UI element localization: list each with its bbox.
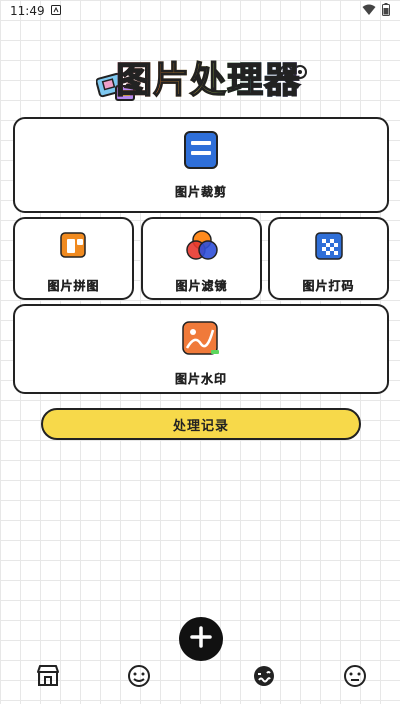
notification-icon: [50, 4, 61, 18]
filter-card[interactable]: 图片滤镜: [141, 217, 262, 300]
wifi-icon: [362, 4, 376, 19]
processing-records-label: 处理记录: [172, 418, 229, 434]
wavy-face-icon[interactable]: [250, 662, 278, 690]
status-left: 11:49: [10, 4, 61, 18]
mosaic-icon: [314, 231, 344, 265]
plus-icon: [190, 626, 212, 652]
home-indicator: [0, 704, 400, 714]
collage-card[interactable]: 图片拼图: [13, 217, 134, 300]
app-title: 图片处理器: [115, 51, 301, 103]
collage-label: 图片拼图: [47, 279, 100, 293]
mosaic-card[interactable]: 图片打码: [268, 217, 389, 300]
neutral-face-icon[interactable]: [341, 662, 369, 690]
smile-icon[interactable]: [125, 662, 153, 690]
app-title-text-wrap: 图片处理器: [115, 51, 316, 103]
add-button[interactable]: [179, 617, 223, 661]
collage-icon: [59, 231, 89, 265]
status-right: [362, 3, 390, 19]
battery-icon: [382, 3, 390, 19]
mosaic-label: 图片打码: [302, 279, 355, 293]
processing-records-button[interactable]: 处理记录: [41, 408, 361, 440]
crop-label: 图片裁剪: [174, 185, 227, 199]
crop-icon: [184, 131, 218, 173]
watermark-icon: [181, 320, 221, 362]
filter-icon: [185, 229, 219, 267]
app-title-logo: 图片处理器: [95, 46, 316, 108]
crop-card[interactable]: 图片裁剪: [13, 117, 389, 213]
store-icon[interactable]: [34, 662, 62, 690]
status-time: 11:49: [10, 4, 45, 18]
filter-label: 图片滤镜: [175, 279, 228, 293]
watermark-label: 图片水印: [174, 372, 227, 386]
watermark-card[interactable]: 图片水印: [13, 304, 389, 394]
status-bar: 11:49: [0, 0, 400, 22]
